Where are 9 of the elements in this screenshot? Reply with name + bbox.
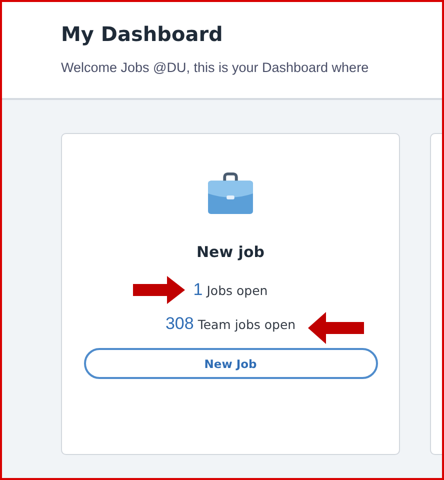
page-title: My Dashboard bbox=[61, 22, 224, 46]
stat-label: Team jobs open bbox=[198, 317, 296, 332]
count-link[interactable]: 308 bbox=[165, 314, 194, 334]
new-job-button[interactable]: New Job bbox=[84, 348, 378, 379]
welcome-text: Welcome Jobs @DU, this is your Dashboard where bbox=[61, 60, 370, 75]
briefcase-icon bbox=[207, 172, 254, 215]
card-title: New job bbox=[196, 243, 264, 261]
count-link[interactable]: 1 bbox=[193, 280, 203, 300]
stat-label: Jobs open bbox=[206, 283, 268, 298]
